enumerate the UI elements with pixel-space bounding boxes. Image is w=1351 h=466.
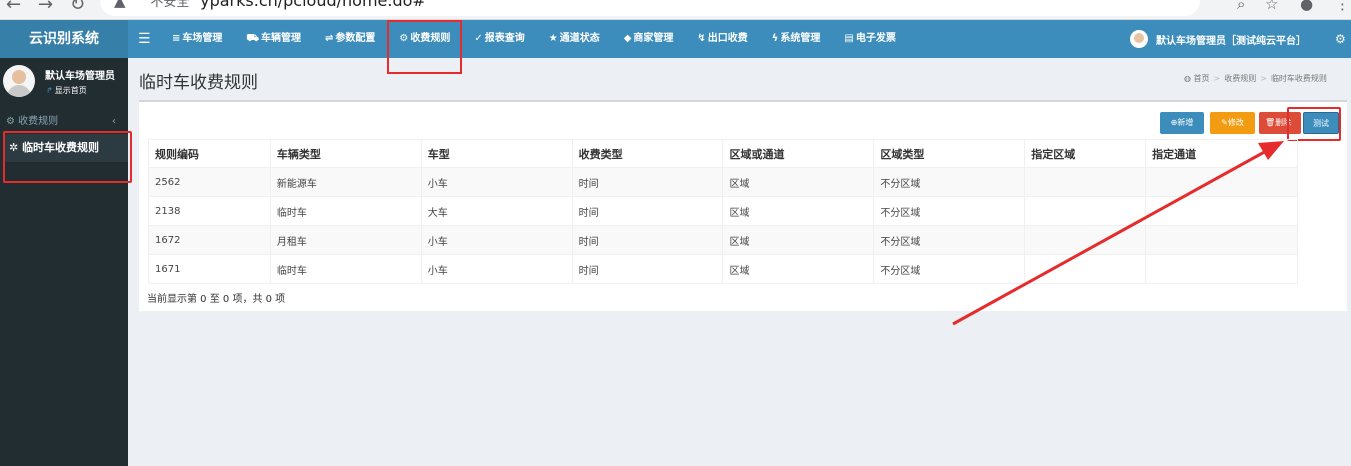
annotation-arrow-head <box>1258 141 1284 160</box>
annotation-arrow-line <box>952 148 1269 326</box>
annotation-arrow <box>952 141 1284 326</box>
